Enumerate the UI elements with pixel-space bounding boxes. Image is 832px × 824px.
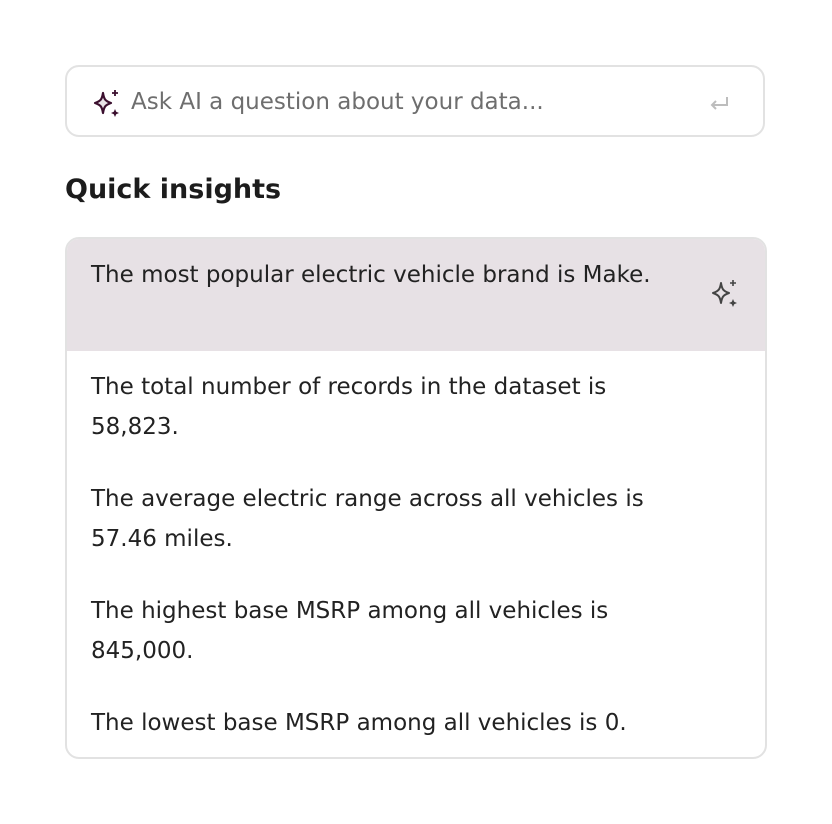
quick-insights-heading: Quick insights <box>65 174 282 205</box>
quick-insights-list: The most popular electric vehicle brand … <box>65 237 767 759</box>
enter-icon[interactable] <box>707 91 731 115</box>
insight-text: The average electric range across all ve… <box>91 486 644 552</box>
sparkle-icon <box>93 90 119 117</box>
insight-item[interactable]: The total number of records in the datas… <box>67 351 765 463</box>
insight-text: The total number of records in the datas… <box>91 374 607 440</box>
insight-item[interactable]: The highest base MSRP among all vehicles… <box>67 575 765 687</box>
ask-ai-input[interactable] <box>131 85 691 119</box>
insight-item[interactable]: The most popular electric vehicle brand … <box>67 239 765 351</box>
insight-item[interactable]: The average electric range across all ve… <box>67 463 765 575</box>
ask-ai-box <box>65 65 765 137</box>
sparkle-icon[interactable] <box>709 277 741 309</box>
insight-text: The lowest base MSRP among all vehicles … <box>91 710 627 736</box>
insight-item[interactable]: The lowest base MSRP among all vehicles … <box>67 687 765 743</box>
insight-text: The most popular electric vehicle brand … <box>91 262 651 288</box>
insight-text: The highest base MSRP among all vehicles… <box>91 598 609 664</box>
